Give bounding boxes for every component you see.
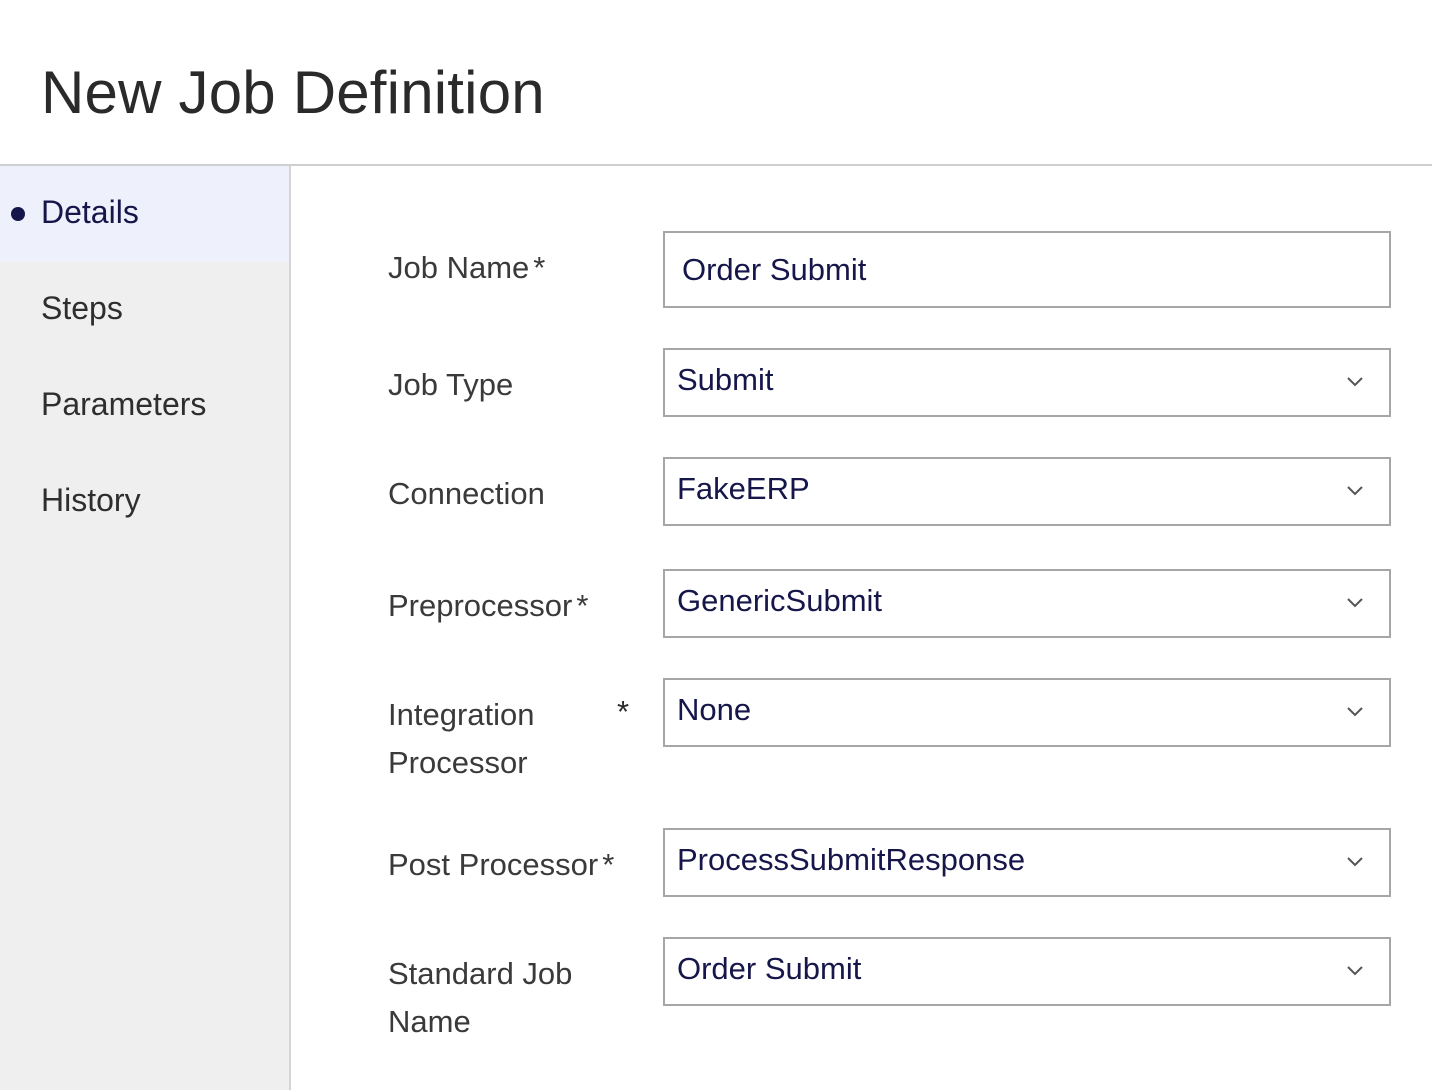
- integration-processor-select[interactable]: None: [663, 678, 1391, 747]
- post-processor-label-text: Post Processor: [388, 847, 599, 882]
- job-type-value: Submit: [677, 362, 774, 397]
- sidebar-nav: Details Steps Parameters History: [0, 166, 291, 1090]
- chevron-down-icon: [1347, 966, 1363, 976]
- integration-processor-label-line1: Integration: [388, 697, 535, 732]
- sidebar-item-history[interactable]: History: [0, 454, 289, 550]
- preprocessor-value: GenericSubmit: [677, 583, 883, 618]
- required-marker: *: [602, 847, 615, 882]
- sidebar-item-parameters[interactable]: Parameters: [0, 358, 289, 454]
- preprocessor-label-text: Preprocessor: [388, 588, 573, 623]
- connection-select[interactable]: FakeERP: [663, 457, 1391, 526]
- post-processor-value: ProcessSubmitResponse: [677, 842, 1026, 877]
- page-header: New Job Definition: [0, 0, 1432, 166]
- post-processor-select[interactable]: ProcessSubmitResponse: [663, 828, 1391, 897]
- post-processor-label: Post Processor *: [388, 841, 658, 889]
- chevron-down-icon: [1347, 486, 1363, 496]
- standard-job-name-label-line2: Name: [388, 1004, 471, 1039]
- job-type-label: Job Type: [388, 367, 514, 402]
- sidebar-item-label: History: [41, 482, 141, 518]
- sidebar-item-details[interactable]: Details: [0, 166, 289, 262]
- standard-job-name-select[interactable]: Order Submit: [663, 937, 1391, 1006]
- details-form: Job Name* Job Type Submit Connection Fak…: [291, 166, 1432, 1090]
- standard-job-name-label: Standard Job Name: [388, 950, 648, 1046]
- sidebar-item-steps[interactable]: Steps: [0, 262, 289, 358]
- required-marker: *: [617, 694, 630, 729]
- chevron-down-icon: [1347, 377, 1363, 387]
- required-marker: *: [533, 250, 546, 285]
- job-name-input[interactable]: [663, 231, 1391, 308]
- preprocessor-select[interactable]: GenericSubmit: [663, 569, 1391, 638]
- preprocessor-label: Preprocessor *: [388, 582, 648, 630]
- job-name-label: Job Name *: [388, 244, 648, 292]
- chevron-down-icon: [1347, 598, 1363, 608]
- bullet-dot-icon: [11, 207, 25, 221]
- chevron-down-icon: [1347, 707, 1363, 717]
- page-title: New Job Definition: [41, 59, 545, 126]
- sidebar-item-label: Steps: [41, 290, 123, 326]
- integration-processor-label-line2: Processor: [388, 745, 528, 780]
- standard-job-name-value: Order Submit: [677, 951, 862, 986]
- sidebar-item-label: Parameters: [41, 386, 207, 422]
- integration-processor-label: Integration Processor: [388, 691, 648, 787]
- job-type-select[interactable]: Submit: [663, 348, 1391, 417]
- job-name-label-text: Job Name: [388, 250, 530, 285]
- connection-value: FakeERP: [677, 471, 810, 506]
- connection-label: Connection: [388, 476, 545, 511]
- integration-processor-value: None: [677, 692, 752, 727]
- standard-job-name-label-line1: Standard Job: [388, 956, 573, 991]
- required-marker: *: [576, 588, 589, 623]
- sidebar-item-label: Details: [41, 194, 139, 230]
- chevron-down-icon: [1347, 857, 1363, 867]
